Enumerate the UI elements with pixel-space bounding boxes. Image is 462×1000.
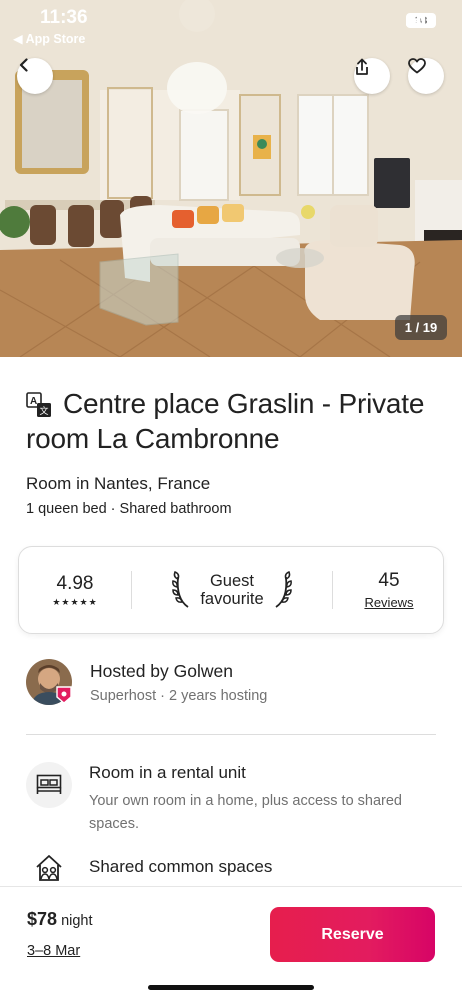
superhost-badge-icon bbox=[56, 686, 72, 704]
svg-text:文: 文 bbox=[40, 405, 49, 417]
laurel-right-icon bbox=[275, 571, 292, 608]
listing-details: 1 queen bed · Shared bathroom bbox=[26, 501, 232, 517]
wifi-icon bbox=[406, 14, 424, 26]
save-to-wishlist-button[interactable] bbox=[408, 58, 444, 94]
feature-title: Shared common spaces bbox=[89, 857, 273, 876]
reviews-link[interactable]: Reviews bbox=[364, 595, 413, 610]
reviews-summary[interactable]: 45 Reviews bbox=[333, 547, 445, 633]
back-button[interactable] bbox=[17, 58, 53, 94]
listing-photo[interactable]: 11:36 ◀ App Store 98 1 / 19 bbox=[0, 0, 462, 357]
photo-counter: 1 / 19 bbox=[395, 315, 447, 340]
host-meta: Superhost · 2 years hosting bbox=[90, 688, 268, 704]
price: $78 night bbox=[27, 909, 93, 930]
shared-home-icon bbox=[36, 855, 62, 881]
feature-icon-container bbox=[26, 762, 72, 808]
guest-favourite-badge: Guest favourite bbox=[132, 547, 332, 633]
rating-card[interactable]: 4.98 ★★★★★ Guest favourite 45 Reviews bbox=[18, 546, 444, 634]
feature-title: Room in a rental unit bbox=[89, 763, 246, 782]
section-divider bbox=[26, 734, 436, 735]
listing-subtitle: Room in Nantes, France bbox=[26, 474, 211, 493]
chevron-left-icon bbox=[19, 58, 28, 72]
status-time: 11:36 bbox=[40, 7, 88, 28]
svg-text:A: A bbox=[30, 396, 37, 407]
rating-score: 4.98 ★★★★★ bbox=[19, 547, 131, 633]
laurel-left-icon bbox=[172, 571, 189, 608]
living-room-photo bbox=[0, 0, 462, 357]
listing-title-text: Centre place Graslin - Private room La C… bbox=[26, 388, 425, 454]
feature-description: Your own room in a home, plus access to … bbox=[89, 793, 402, 832]
share-button[interactable] bbox=[354, 58, 390, 94]
stay-dates-link[interactable]: 3–8 Mar bbox=[27, 943, 80, 959]
bed-room-icon bbox=[36, 774, 62, 794]
share-icon bbox=[356, 58, 368, 75]
reserve-button[interactable]: Reserve bbox=[270, 907, 435, 962]
status-bar: 11:36 ◀ App Store 98 bbox=[0, 0, 462, 50]
price-unit: night bbox=[61, 913, 93, 929]
listing-title-block: A 文 Centre place Graslin - Private room … bbox=[26, 386, 436, 456]
price-amount: $78 bbox=[27, 909, 58, 929]
home-indicator[interactable] bbox=[148, 985, 314, 990]
reviews-count: 45 bbox=[378, 570, 400, 591]
listing-title: Centre place Graslin - Private room La C… bbox=[26, 386, 436, 456]
back-to-app-store-link[interactable]: ◀ App Store bbox=[13, 31, 85, 46]
rating-value: 4.98 bbox=[56, 572, 94, 594]
rating-stars: ★★★★★ bbox=[52, 596, 98, 607]
status-icons: 98 bbox=[406, 13, 436, 28]
heart-icon bbox=[408, 58, 426, 74]
host-name: Hosted by Golwen bbox=[90, 661, 233, 681]
translate-icon[interactable]: A 文 bbox=[26, 392, 52, 418]
guest-favourite-label: Guest favourite bbox=[200, 572, 264, 608]
